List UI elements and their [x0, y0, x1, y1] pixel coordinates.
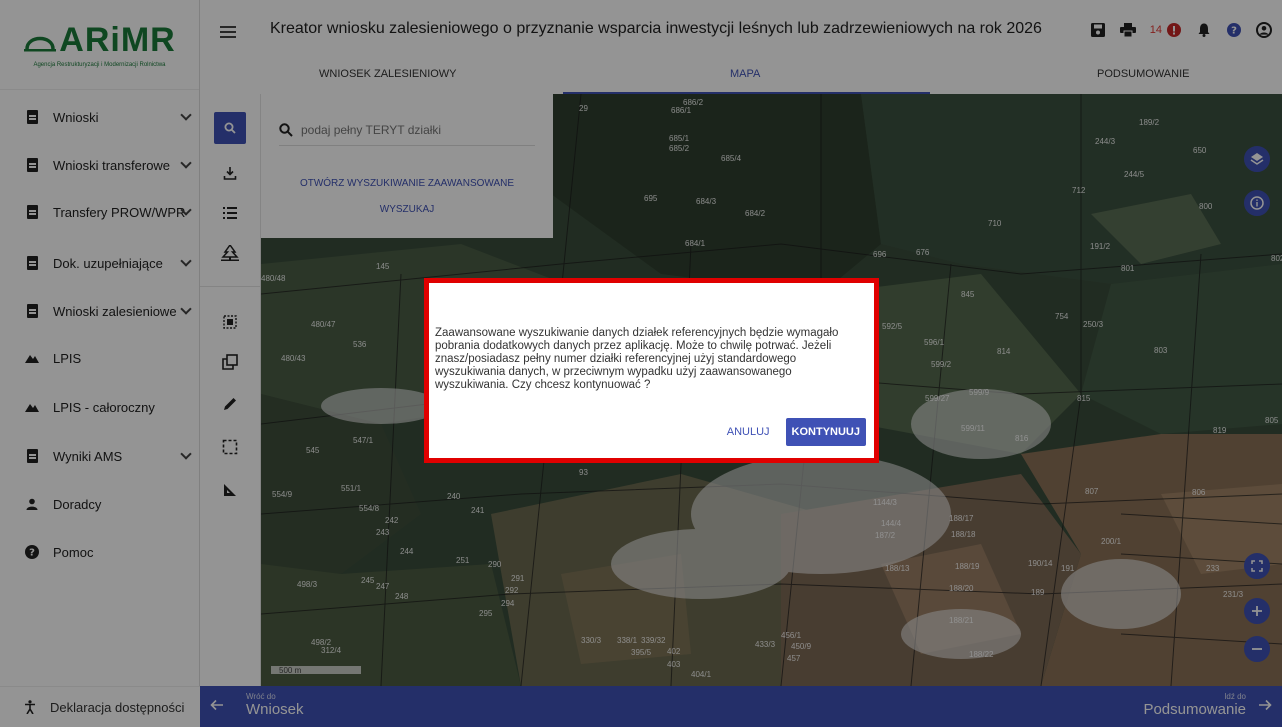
cancel-button[interactable]: ANULUJ [723, 418, 774, 446]
dialog-actions: ANULUJ KONTYNUUJ [723, 418, 866, 446]
continue-button[interactable]: KONTYNUUJ [785, 418, 866, 446]
dialog-message: Zaawansowane wyszukiwanie danych działek… [435, 327, 839, 391]
confirmation-dialog: Zaawansowane wyszukiwanie danych działek… [424, 278, 879, 463]
